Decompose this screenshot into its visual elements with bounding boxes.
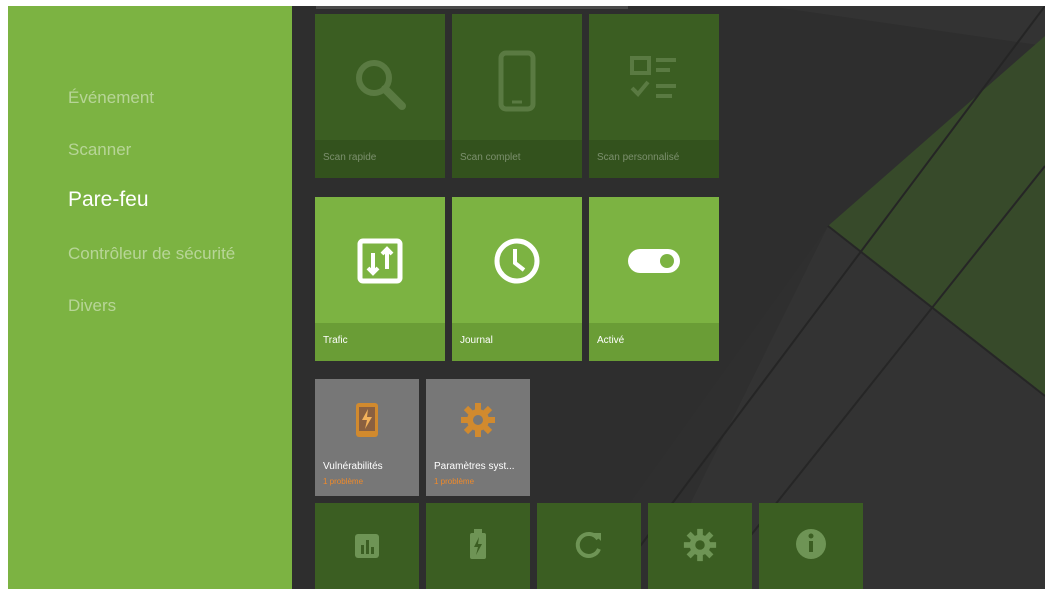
sidebar-item-divers[interactable]: Divers bbox=[68, 296, 116, 316]
checklist-icon bbox=[589, 52, 719, 108]
tile-refresh[interactable] bbox=[537, 503, 641, 589]
tile-info[interactable] bbox=[759, 503, 863, 589]
search-icon bbox=[315, 54, 445, 114]
bar-chart-icon bbox=[315, 531, 419, 561]
tile-label: Vulnérabilités bbox=[323, 461, 383, 472]
traffic-icon bbox=[315, 235, 445, 287]
tile-label: Activé bbox=[597, 335, 625, 346]
phone-alert-icon bbox=[315, 401, 419, 439]
tile-trafic[interactable]: Trafic bbox=[315, 197, 445, 361]
tile-label: Scan personnalisé bbox=[597, 152, 680, 163]
battery-icon bbox=[426, 527, 530, 563]
sidebar-item-controleur-securite[interactable]: Contrôleur de sécurité bbox=[68, 244, 235, 264]
info-icon bbox=[759, 527, 863, 561]
gear-icon bbox=[426, 401, 530, 439]
phone-icon bbox=[452, 50, 582, 112]
issue-count: 1 problème bbox=[434, 477, 475, 486]
sidebar-item-scanner[interactable]: Scanner bbox=[68, 140, 131, 160]
app-screen: Événement Scanner Pare-feu Contrôleur de… bbox=[8, 6, 1045, 589]
tile-vulnerabilites[interactable]: Vulnérabilités 1 problème bbox=[315, 379, 419, 496]
tile-journal[interactable]: Journal bbox=[452, 197, 582, 361]
tile-label: Journal bbox=[460, 335, 493, 346]
tile-label: Scan complet bbox=[460, 152, 521, 163]
tile-scan-complet[interactable]: Scan complet bbox=[452, 14, 582, 178]
tile-label: Trafic bbox=[323, 335, 348, 346]
tile-label: Paramètres syst... bbox=[434, 461, 515, 472]
issue-count: 1 problème bbox=[323, 477, 364, 486]
tile-parametres-systeme[interactable]: Paramètres syst... 1 problème bbox=[426, 379, 530, 496]
sidebar-item-evenement[interactable]: Événement bbox=[68, 88, 154, 108]
tile-active-toggle[interactable]: Activé bbox=[589, 197, 719, 361]
tile-settings[interactable] bbox=[648, 503, 752, 589]
sidebar-item-pare-feu[interactable]: Pare-feu bbox=[68, 188, 149, 212]
toggle-on-icon bbox=[589, 241, 719, 281]
gear-icon bbox=[648, 527, 752, 563]
tile-label: Scan rapide bbox=[323, 152, 377, 163]
refresh-icon bbox=[537, 529, 641, 561]
tile-battery[interactable] bbox=[426, 503, 530, 589]
tile-scan-rapide[interactable]: Scan rapide bbox=[315, 14, 445, 178]
clock-icon bbox=[452, 235, 582, 287]
tile-statistics[interactable] bbox=[315, 503, 419, 589]
sidebar: Événement Scanner Pare-feu Contrôleur de… bbox=[8, 6, 292, 589]
tile-scan-personnalise[interactable]: Scan personnalisé bbox=[589, 14, 719, 178]
